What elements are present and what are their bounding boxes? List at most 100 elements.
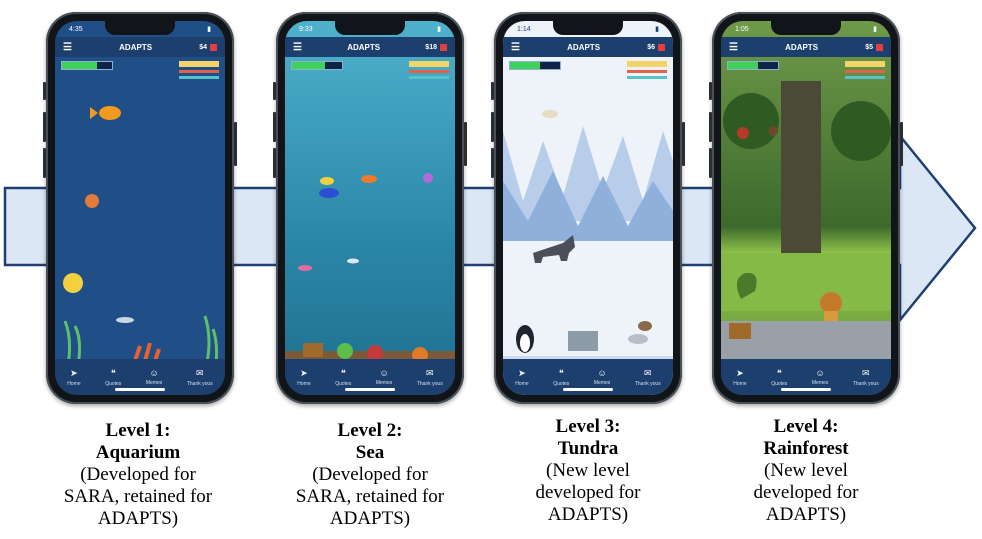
monkey-icon [737, 127, 749, 139]
stats-panel [179, 61, 219, 79]
side-button [491, 82, 494, 100]
stats-panel [409, 61, 449, 79]
screen-tundra: 1:14 ▮ ☰ ADAPTS $6 ➤ Home ❝ Quotes ☺ Mem… [503, 21, 673, 395]
home-indicator [781, 388, 831, 391]
flag-icon [439, 43, 447, 51]
notch [105, 21, 175, 35]
tab-home[interactable]: ➤ Home [515, 368, 528, 387]
figure: 4:35 ▮ ☰ ADAPTS $4 ➤ Home ❝ Quotes ☺ Mem… [0, 0, 982, 539]
fish-icon: ➤ [300, 367, 308, 378]
tab-home[interactable]: ➤ Home [67, 368, 80, 387]
caption-note: (Developed for SARA, retained for ADAPTS… [63, 464, 213, 529]
goldfish-tail-icon [90, 107, 98, 119]
gift-icon: ✉ [644, 367, 652, 378]
tab-memes[interactable]: ☺ Memes [594, 368, 610, 386]
notch [335, 21, 405, 35]
octopus-icon [85, 194, 99, 208]
stat-bar [179, 61, 219, 67]
smile-icon: ☺ [379, 368, 389, 378]
status-time: 9:33 [299, 25, 313, 33]
app-title: ADAPTS [119, 42, 153, 52]
side-button [43, 112, 46, 142]
status-time: 4:35 [69, 25, 83, 33]
coin-counter: $5 [865, 43, 883, 51]
battery-icon: ▮ [207, 26, 211, 33]
caption-level: Level 2: [337, 420, 403, 441]
tab-quotes[interactable]: ❝ Quotes [105, 368, 121, 387]
side-button [273, 112, 276, 142]
stat-bar [627, 76, 667, 79]
power-button [900, 122, 903, 166]
lion-icon [820, 292, 842, 314]
caption-name: Rainforest [763, 438, 849, 459]
energy-bar [61, 61, 113, 70]
home-indicator [345, 388, 395, 391]
tab-thank-yous[interactable]: ✉ Thank yous [853, 368, 879, 387]
canopy [831, 101, 891, 161]
tab-memes[interactable]: ☺ Memes [146, 368, 162, 386]
fish-icon: ➤ [70, 367, 78, 378]
caption-level: Level 3: [555, 416, 621, 437]
tab-thank-yous[interactable]: ✉ Thank yous [417, 368, 443, 387]
tab-home[interactable]: ➤ Home [733, 368, 746, 387]
power-button [464, 122, 467, 166]
caption-level-4: Level 4: Rainforest (New level developed… [716, 416, 896, 526]
fish-icon: ➤ [518, 367, 526, 378]
app-title: ADAPTS [567, 42, 601, 52]
treasure-chest-icon [729, 323, 751, 339]
menu-icon[interactable]: ☰ [293, 42, 302, 53]
angelfish-icon [63, 273, 83, 293]
menu-icon[interactable]: ☰ [511, 42, 520, 53]
screen-rainforest: 1:05 ▮ ☰ ADAPTS $5 ➤ Home ❝ Quotes ☺ Mem… [721, 21, 891, 395]
caption-level-1: Level 1: Aquarium (Developed for SARA, r… [48, 420, 228, 530]
caption-level-3: Level 3: Tundra (New level developed for… [498, 416, 678, 526]
caption-name: Aquarium [95, 442, 181, 463]
caption-name: Tundra [557, 438, 619, 459]
phone-level-3: 1:14 ▮ ☰ ADAPTS $6 ➤ Home ❝ Quotes ☺ Mem… [491, 12, 685, 404]
battery-icon: ▮ [655, 26, 659, 33]
tab-quotes[interactable]: ❝ Quotes [771, 368, 787, 387]
stat-bar [845, 70, 885, 73]
yellow-fish-icon [320, 177, 334, 185]
tab-home[interactable]: ➤ Home [297, 368, 310, 387]
menu-icon[interactable]: ☰ [729, 42, 738, 53]
side-button [709, 148, 712, 178]
battery-icon: ▮ [437, 26, 441, 33]
phone-level-4: 1:05 ▮ ☰ ADAPTS $5 ➤ Home ❝ Quotes ☺ Mem… [709, 12, 903, 404]
tab-memes[interactable]: ☺ Memes [376, 368, 392, 386]
phone-level-2: 9:33 ▮ ☰ ADAPTS $18 ➤ Home ❝ Quotes ☺ Me… [273, 12, 467, 404]
app-bar: ☰ ADAPTS $18 [285, 37, 455, 57]
otter-icon [638, 321, 652, 331]
app-title: ADAPTS [785, 42, 819, 52]
energy-bar [291, 61, 343, 70]
phone-level-1: 4:35 ▮ ☰ ADAPTS $4 ➤ Home ❝ Quotes ☺ Mem… [43, 12, 237, 404]
quote-icon: ❝ [110, 367, 116, 378]
coin-counter: $6 [647, 43, 665, 51]
tree-trunk [781, 81, 821, 261]
menu-icon[interactable]: ☰ [63, 42, 72, 53]
monkey-icon [768, 126, 778, 136]
status-time: 1:14 [517, 25, 531, 33]
quote-icon: ❝ [776, 367, 782, 378]
energy-fill [292, 62, 325, 69]
tab-thank-yous[interactable]: ✉ Thank yous [635, 368, 661, 387]
caption-note: (New level developed for ADAPTS) [535, 460, 641, 525]
fish-icon: ➤ [736, 367, 744, 378]
side-button [491, 112, 494, 142]
small-fish-icon [298, 265, 312, 271]
gift-icon: ✉ [196, 367, 204, 378]
tab-quotes[interactable]: ❝ Quotes [553, 368, 569, 387]
treasure-chest-icon [303, 343, 323, 357]
tab-memes[interactable]: ☺ Memes [812, 368, 828, 386]
notch [771, 21, 841, 35]
smile-icon: ☺ [815, 368, 825, 378]
energy-bar [509, 61, 561, 70]
stat-bar [845, 61, 885, 67]
tab-quotes[interactable]: ❝ Quotes [335, 368, 351, 387]
caption-name: Sea [355, 442, 385, 463]
jellyfish-icon [423, 173, 433, 183]
blue-tang-icon [319, 188, 339, 198]
tab-thank-yous[interactable]: ✉ Thank yous [187, 368, 213, 387]
coral-icon [337, 343, 353, 359]
flag-icon [876, 43, 883, 51]
